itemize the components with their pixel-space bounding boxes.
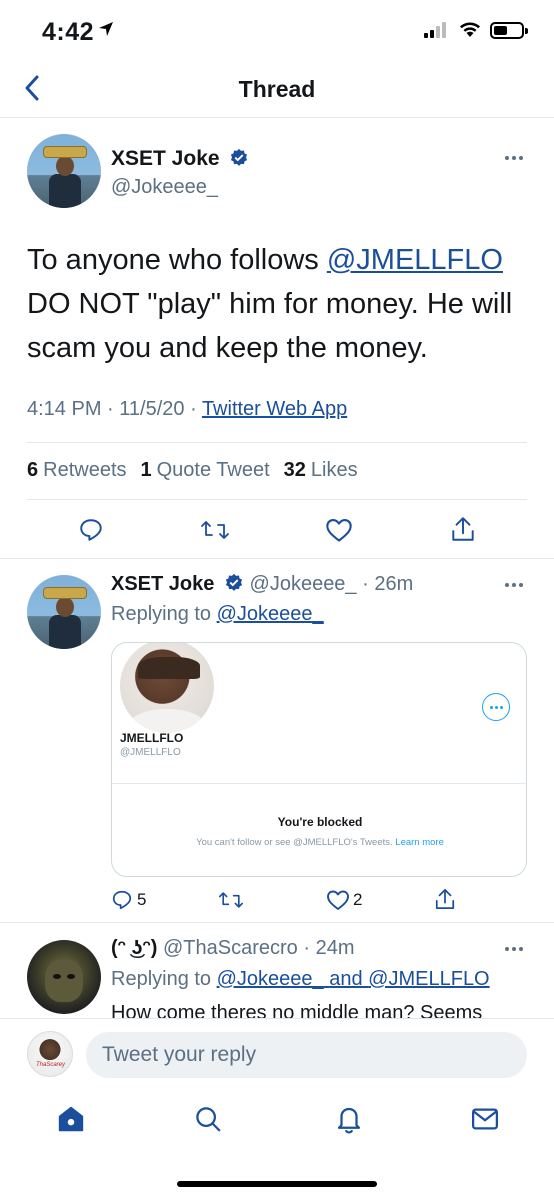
share-icon[interactable] <box>450 515 476 543</box>
like-count: 2 <box>353 890 363 909</box>
reply-author-avatar[interactable] <box>27 940 101 1014</box>
blocked-title: You're blocked <box>277 815 363 829</box>
like-icon[interactable] <box>326 889 350 911</box>
reply-author-name[interactable]: XSET Joke <box>111 573 214 595</box>
embedded-image[interactable]: JMELLFLO @JMELLFLO You're blocked You ca… <box>111 642 527 877</box>
replying-to-link[interactable]: @Jokeeee_ <box>217 603 324 625</box>
divider <box>0 922 554 923</box>
home-icon[interactable] <box>56 1104 86 1134</box>
replying-to: Replying to @Jokeeee_ and @JMELLFLO <box>111 968 490 990</box>
reply-icon[interactable] <box>78 517 104 543</box>
author-name[interactable]: XSET Joke <box>111 147 249 171</box>
page-title: Thread <box>238 76 316 102</box>
more-icon[interactable] <box>505 583 523 587</box>
likes-stat[interactable]: 32 Likes <box>284 459 358 482</box>
divider <box>27 442 527 443</box>
verified-badge-icon <box>225 573 243 591</box>
tweet-stats: 6 Retweets 1 Quote Tweet 32 Likes <box>27 459 358 482</box>
search-icon[interactable] <box>193 1104 223 1134</box>
status-time: 4:42 <box>42 18 95 46</box>
notifications-icon[interactable] <box>334 1104 364 1134</box>
retweets-stat[interactable]: 6 Retweets <box>27 459 127 482</box>
home-indicator <box>177 1181 377 1187</box>
reply-header: XSET Joke @Jokeeee_ · 26m <box>111 573 414 595</box>
verified-badge-icon <box>231 148 248 166</box>
author-avatar[interactable] <box>27 134 101 208</box>
blocked-subtitle: You can't follow or see @JMELLFLO's Twee… <box>196 837 444 848</box>
more-icon[interactable] <box>505 947 523 951</box>
blocked-user-name: JMELLFLO <box>120 731 184 745</box>
share-icon[interactable] <box>434 887 456 911</box>
more-icon[interactable] <box>505 156 523 160</box>
reply-count: 5 <box>137 890 147 909</box>
divider <box>27 499 527 500</box>
reply-composer: ThaScarey <box>0 1018 554 1090</box>
reply-author-name[interactable]: (ᵔ ͜ʖᵔ) <box>111 937 157 959</box>
replying-to-link[interactable]: @JMELLFLO <box>368 968 489 990</box>
nav-header: Thread <box>0 62 554 118</box>
tweet-text: To anyone who follows @JMELLFLO DO NOT "… <box>27 244 513 364</box>
reply-time: 26m <box>374 573 414 595</box>
reply-time: 24m <box>315 937 355 959</box>
source-app-link[interactable]: Twitter Web App <box>202 398 347 420</box>
retweet-icon[interactable] <box>218 889 244 911</box>
quote-tweets-stat[interactable]: 1 Quote Tweet <box>141 459 270 482</box>
messages-icon[interactable] <box>470 1104 500 1134</box>
current-user-avatar[interactable]: ThaScarey <box>27 1031 73 1077</box>
blocked-user-handle: @JMELLFLO <box>120 747 181 758</box>
blocked-user-avatar <box>120 643 214 733</box>
author-handle[interactable]: @Jokeeee_ <box>111 176 218 199</box>
like-icon[interactable] <box>325 517 353 543</box>
reply-header: (ᵔ ͜ʖᵔ) @ThaScarecro · 24m <box>111 937 355 959</box>
cellular-signal-icon <box>424 22 446 38</box>
more-icon <box>482 693 510 721</box>
replying-to-link[interactable]: @Jokeeee_ <box>217 968 324 990</box>
tweet-timestamp: 4:14 PM · 11/5/20 · Twitter Web App <box>27 398 348 420</box>
location-arrow-icon <box>99 22 113 36</box>
divider <box>0 558 554 559</box>
wifi-icon <box>460 22 480 37</box>
reply-icon[interactable] <box>111 889 133 911</box>
reply-author-handle[interactable]: @Jokeeee_ <box>250 573 357 595</box>
battery-icon <box>490 22 528 39</box>
reply-input[interactable] <box>86 1032 527 1078</box>
reply-author-handle[interactable]: @ThaScarecro <box>163 937 298 959</box>
reply-author-avatar[interactable] <box>27 575 101 649</box>
replying-to: Replying to @Jokeeee_ <box>111 603 324 625</box>
status-bar: 4:42 <box>0 0 554 62</box>
mention-link[interactable]: @JMELLFLO <box>327 244 503 276</box>
retweet-icon[interactable] <box>200 517 230 543</box>
